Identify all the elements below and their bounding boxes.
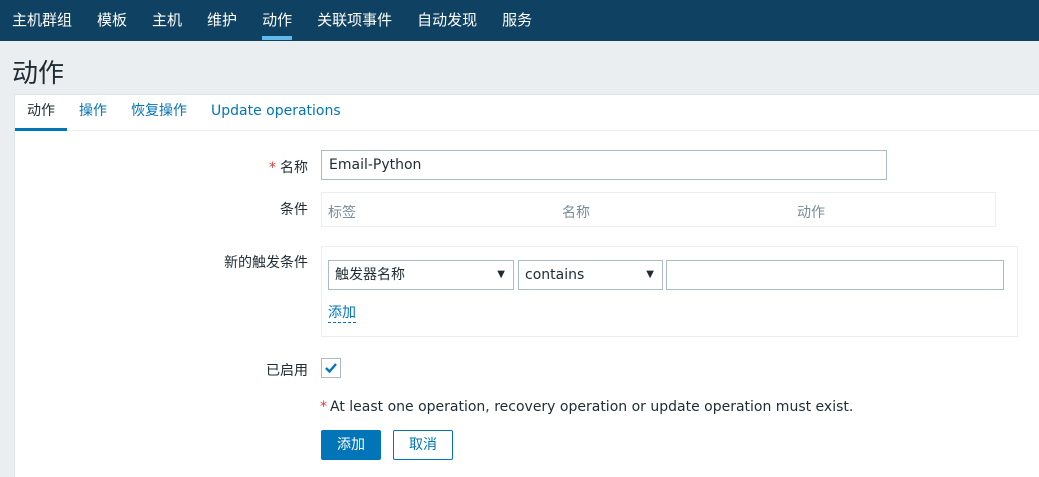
nav-item-actions[interactable]: 动作 (262, 0, 293, 41)
nav-item-hosts[interactable]: 主机 (152, 0, 182, 41)
validation-note: * At least one operation, recovery operat… (320, 399, 853, 415)
required-mark: * (320, 399, 327, 415)
cancel-button[interactable]: 取消 (393, 430, 453, 460)
condition-operator-select[interactable]: contains ▼ (518, 260, 663, 290)
tab-update-operations[interactable]: Update operations (199, 95, 353, 130)
conditions-table: 标签 名称 动作 (321, 192, 996, 227)
name-input[interactable] (321, 150, 887, 180)
tab-action[interactable]: 动作 (15, 95, 67, 131)
nav-item-event-correlation[interactable]: 关联项事件 (317, 0, 392, 41)
tab-bar: 动作 操作 恢复操作 Update operations (15, 95, 1039, 131)
validation-note-text: At least one operation, recovery operati… (330, 399, 854, 415)
dropdown-arrow-icon: ▼ (646, 269, 654, 280)
conditions-header-label: 标签 (328, 205, 356, 221)
add-condition-link[interactable]: 添加 (328, 305, 356, 323)
page-title: 动作 (12, 59, 65, 89)
nav-item-maintenance[interactable]: 维护 (207, 0, 237, 41)
nav-item-services[interactable]: 服务 (502, 0, 532, 41)
condition-operator-value: contains (525, 267, 585, 283)
enabled-label: 已启用 (266, 363, 308, 379)
nav-item-host-groups[interactable]: 主机群组 (12, 0, 72, 41)
required-mark: * (269, 160, 276, 176)
condition-type-select[interactable]: 触发器名称 ▼ (328, 260, 514, 290)
form-panel: 动作 操作 恢复操作 Update operations *名称 条件 标签 名… (14, 94, 1039, 477)
enabled-checkbox[interactable] (321, 358, 341, 378)
nav-item-discovery[interactable]: 自动发现 (417, 0, 477, 41)
dropdown-arrow-icon: ▼ (497, 269, 505, 280)
new-condition-box: 触发器名称 ▼ contains ▼ 添加 (321, 246, 1018, 337)
top-nav: 主机群组 模板 主机 维护 动作 关联项事件 自动发现 服务 (0, 0, 1039, 41)
conditions-header-name: 名称 (562, 205, 590, 221)
conditions-label: 条件 (280, 202, 308, 218)
condition-value-input[interactable] (666, 260, 1004, 290)
checkmark-icon (325, 363, 337, 374)
conditions-header-action: 动作 (797, 205, 825, 221)
tab-operations[interactable]: 操作 (67, 95, 119, 130)
new-condition-label: 新的触发条件 (224, 255, 308, 271)
name-label: * 名称 (108, 157, 308, 177)
add-button[interactable]: 添加 (321, 430, 381, 460)
tab-recovery-operations[interactable]: 恢复操作 (119, 95, 199, 130)
nav-item-templates[interactable]: 模板 (97, 0, 127, 41)
name-label-text: 名称 (280, 160, 308, 176)
condition-type-value: 触发器名称 (335, 267, 405, 283)
